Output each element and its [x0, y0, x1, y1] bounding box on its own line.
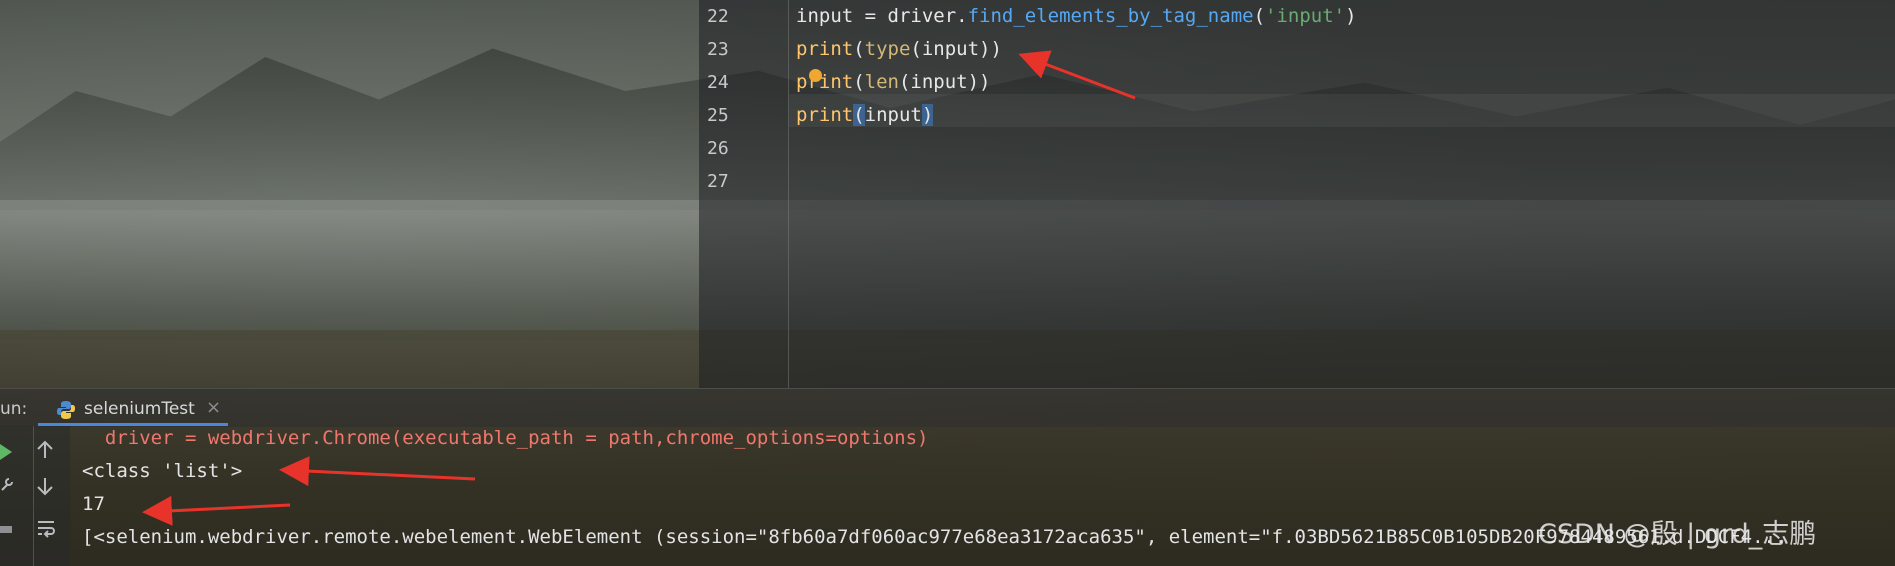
code-token: 'input': [1265, 5, 1346, 27]
line-number: 27: [707, 171, 729, 192]
tab-seleniumtest[interactable]: seleniumTest ×: [38, 391, 228, 425]
line-number: 23: [707, 39, 729, 60]
code-token: ): [1345, 5, 1357, 27]
code-token: print: [796, 104, 854, 126]
code-token: (input)): [910, 38, 1002, 60]
code-token: type: [864, 38, 911, 60]
code-token: ): [921, 104, 934, 126]
line-number: 22: [707, 6, 729, 27]
line-number: 26: [707, 138, 729, 159]
toolbar-separator: [33, 426, 34, 566]
code-token: input = driver.: [796, 5, 968, 27]
intention-bulb-icon[interactable]: [809, 69, 822, 82]
run-icon[interactable]: [0, 444, 12, 460]
code-token: print: [796, 71, 854, 93]
code-token: len: [864, 71, 899, 93]
console-error-line: driver = webdriver.Chrome(executable_pat…: [82, 427, 929, 449]
wrench-icon[interactable]: [0, 476, 14, 492]
code-line[interactable]: print(input): [796, 99, 934, 132]
console-output-line: 17: [82, 493, 105, 515]
code-token: (: [853, 104, 865, 126]
run-toolbar: [0, 426, 70, 566]
code-line[interactable]: print(type(input)): [796, 33, 1002, 66]
line-number: 25: [707, 105, 729, 126]
line-number: 24: [707, 72, 729, 93]
watermark: CSDN @殷 | grd_志鹏: [1538, 519, 1817, 550]
code-token: (: [853, 71, 865, 93]
soft-wrap-icon[interactable]: [36, 518, 56, 538]
print-icon[interactable]: [0, 522, 12, 538]
tab-label: seleniumTest: [84, 399, 195, 419]
gutter-separator: [788, 0, 789, 388]
arrow-down-icon[interactable]: [36, 476, 54, 496]
code-token: find_elements_by_tag_name: [967, 5, 1254, 27]
python-icon: [57, 401, 75, 419]
code-token: (: [1253, 5, 1266, 27]
close-tab-icon[interactable]: ×: [206, 397, 221, 418]
console-output-line: [<selenium.webdriver.remote.webelement.W…: [82, 526, 1787, 548]
code-line[interactable]: input = driver.find_elements_by_tag_name…: [796, 0, 1357, 33]
code-token: (input)): [898, 71, 991, 93]
arrow-up-icon[interactable]: [36, 440, 54, 460]
run-label: un:: [0, 399, 28, 419]
code-token: (: [853, 38, 865, 60]
code-token: print: [796, 38, 854, 60]
code-line[interactable]: print(len(input)): [796, 66, 991, 99]
console-output-line: <class 'list'>: [82, 460, 243, 482]
code-token: input: [864, 104, 922, 126]
